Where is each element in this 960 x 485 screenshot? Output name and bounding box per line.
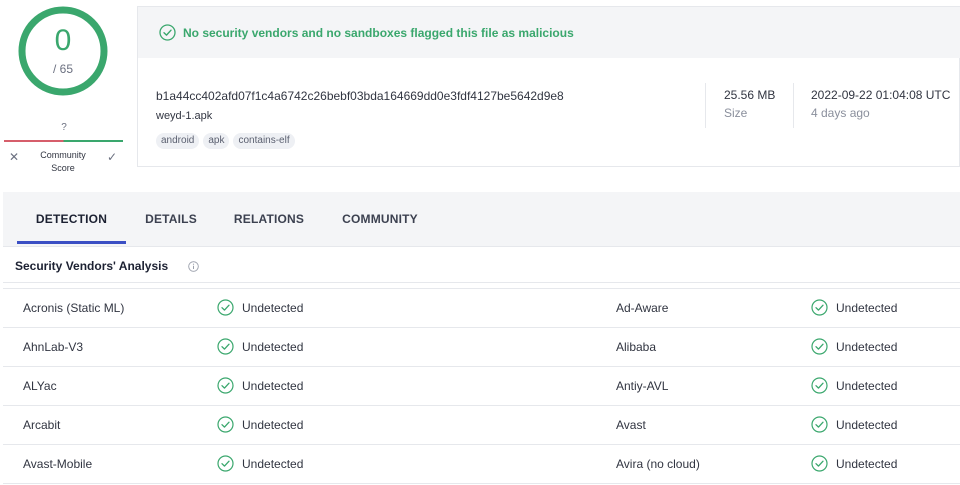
community-score-value: ? — [61, 122, 67, 133]
file-report-page: 0 / 65 ? ✕ Community Score ✓ No security… — [0, 0, 960, 485]
community-label-line2: Score — [51, 163, 75, 173]
community-label-line1: Community — [40, 150, 86, 160]
vendor-result: Undetected — [811, 299, 897, 316]
analysis-date-relative: 4 days ago — [811, 106, 870, 120]
check-circle-icon — [159, 24, 176, 41]
check-circle-icon — [217, 455, 234, 472]
check-circle-icon — [217, 377, 234, 394]
result-label: Undetected — [242, 417, 304, 432]
vendor-name: ALYac — [23, 379, 57, 393]
table-row: Arcabit Undetected Avast Undetected — [3, 406, 960, 445]
result-label: Undetected — [242, 456, 304, 471]
divider — [705, 83, 706, 128]
file-tags: android apk contains-elf — [156, 133, 295, 149]
vendor-result: Undetected — [811, 338, 897, 355]
vendors-table: Acronis (Static ML) Undetected Ad-Aware … — [3, 289, 960, 484]
vendor-result: Undetected — [811, 377, 897, 394]
vendor-result: Undetected — [217, 455, 303, 472]
check-circle-icon — [811, 377, 828, 394]
result-label: Undetected — [836, 417, 898, 432]
result-label: Undetected — [836, 300, 898, 315]
check-circle-icon — [811, 455, 828, 472]
vendor-result: Undetected — [811, 416, 897, 433]
result-label: Undetected — [242, 300, 304, 315]
section-title: Security Vendors' Analysis — [15, 259, 169, 273]
vendor-result: Undetected — [217, 416, 303, 433]
check-circle-icon — [217, 299, 234, 316]
community-score-label: Community Score — [32, 149, 94, 175]
vendor-result: Undetected — [217, 338, 303, 355]
vendor-name: AhnLab-V3 — [23, 340, 84, 354]
result-label: Undetected — [836, 339, 898, 354]
file-summary-card: No security vendors and no sandboxes fla… — [137, 6, 960, 167]
check-circle-icon — [811, 416, 828, 433]
tag-contains-elf[interactable]: contains-elf — [233, 133, 295, 149]
vendor-result: Undetected — [217, 377, 303, 394]
vendor-name: Acronis (Static ML) — [23, 301, 125, 315]
analysis-date: 2022-09-22 01:04:08 UTC — [811, 88, 951, 102]
divider — [3, 282, 960, 283]
check-circle-icon — [811, 338, 828, 355]
check-circle-icon — [217, 416, 234, 433]
vendor-name: Avast-Mobile — [23, 457, 93, 471]
tab-relations[interactable]: RELATIONS — [223, 192, 315, 245]
result-label: Undetected — [836, 456, 898, 471]
table-row: AhnLab-V3 Undetected Alibaba Undetected — [3, 328, 960, 367]
vendor-name: Avast — [616, 418, 646, 432]
divider — [793, 83, 794, 128]
file-name: weyd-1.apk — [156, 110, 213, 122]
vendor-name: Avira (no cloud) — [616, 457, 700, 471]
file-hash[interactable]: b1a44cc402afd07f1c4a6742c26bebf03bda1646… — [156, 89, 564, 103]
file-size-value: 25.56 MB — [724, 88, 776, 102]
community-score-bar — [4, 140, 123, 142]
vendor-name: Arcabit — [23, 418, 61, 432]
vote-harmless-button[interactable]: ✓ — [103, 148, 121, 166]
vendor-name: Ad-Aware — [616, 301, 669, 315]
tab-detection[interactable]: DETECTION — [17, 192, 126, 245]
verdict-text: No security vendors and no sandboxes fla… — [183, 25, 574, 40]
check-circle-icon — [217, 338, 234, 355]
result-label: Undetected — [242, 378, 304, 393]
tag-android[interactable]: android — [156, 133, 200, 149]
verdict-banner: No security vendors and no sandboxes fla… — [138, 7, 960, 58]
result-label: Undetected — [242, 339, 304, 354]
report-tabs: DETECTION DETAILS RELATIONS COMMUNITY — [3, 192, 960, 247]
tab-community[interactable]: COMMUNITY — [330, 192, 430, 245]
tab-details[interactable]: DETAILS — [133, 192, 209, 245]
table-row: ALYac Undetected Antiy-AVL Undetected — [3, 367, 960, 406]
close-icon: ✕ — [8, 150, 20, 164]
vendor-name: Antiy-AVL — [616, 379, 669, 393]
result-label: Undetected — [836, 378, 898, 393]
table-row: Acronis (Static ML) Undetected Ad-Aware … — [3, 289, 960, 328]
tab-baseline — [3, 246, 960, 247]
tag-apk[interactable]: apk — [203, 133, 230, 149]
check-circle-icon — [811, 299, 828, 316]
engine-total: / 65 — [52, 62, 73, 76]
detection-count: 0 — [54, 24, 72, 57]
vendor-result: Undetected — [811, 455, 897, 472]
table-row: Avast-Mobile Undetected Avira (no cloud)… — [3, 445, 960, 484]
vendor-result: Undetected — [217, 299, 303, 316]
vendor-name: Alibaba — [616, 340, 657, 354]
active-tab-indicator — [17, 241, 126, 244]
info-icon[interactable] — [188, 261, 199, 272]
check-icon: ✓ — [106, 150, 118, 164]
file-size-label: Size — [724, 106, 748, 120]
vote-malicious-button[interactable]: ✕ — [5, 148, 23, 166]
